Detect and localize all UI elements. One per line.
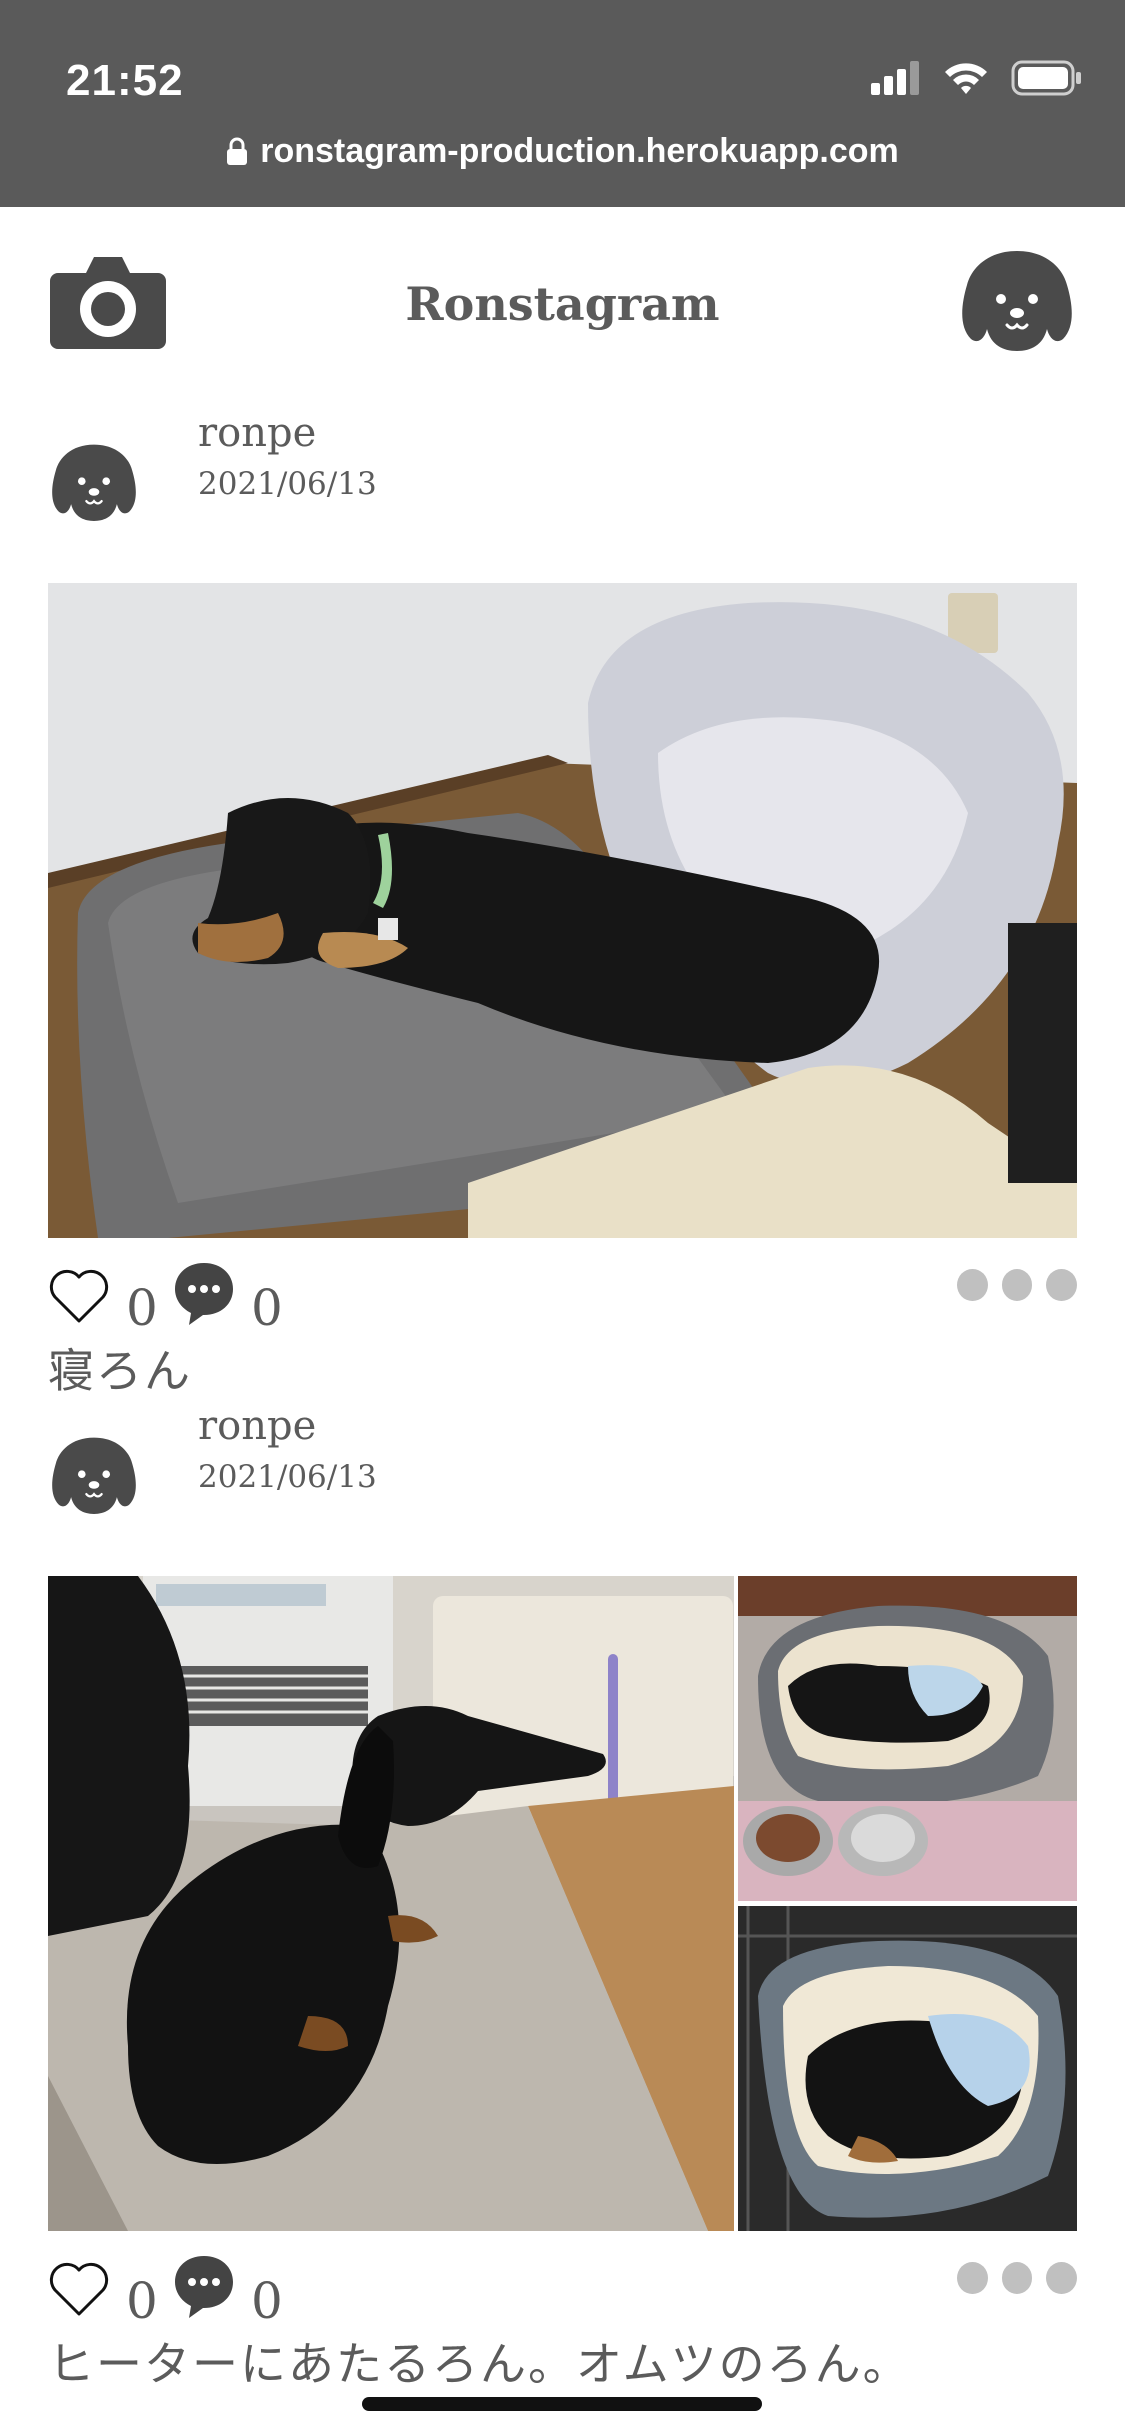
avatar-dog-icon[interactable] <box>48 1433 140 1517</box>
system-icons <box>871 58 1083 102</box>
post-actions: 0 0 <box>48 2256 1077 2338</box>
post-photo[interactable] <box>48 1576 1077 2231</box>
url-text: ronstagram-production.herokuapp.com <box>260 132 899 170</box>
wifi-icon <box>943 61 989 99</box>
post-actions: 0 0 <box>48 1263 1077 1345</box>
status-time: 21:52 <box>66 56 184 105</box>
heart-icon[interactable] <box>48 2258 110 2320</box>
lock-icon <box>226 135 248 174</box>
more-dot <box>1046 2262 1077 2294</box>
app-header: Ronstagram <box>0 207 1125 387</box>
more-dot <box>956 1269 988 1301</box>
cellular-signal-icon <box>871 61 921 99</box>
post-date: 2021/06/13 <box>198 1459 377 1495</box>
more-dot <box>1001 1269 1033 1301</box>
post-caption: 寝ろん <box>48 1344 192 1398</box>
home-indicator[interactable] <box>362 2397 762 2411</box>
post-username[interactable]: ronpe <box>198 410 316 456</box>
avatar-dog-icon[interactable] <box>48 440 140 524</box>
heart-icon[interactable] <box>48 1265 110 1327</box>
browser-status-bar: 21:52 ronstagram-production.herokuapp.co… <box>0 0 1125 207</box>
more-options-icon[interactable] <box>956 2258 1077 2298</box>
address-bar[interactable]: ronstagram-production.herokuapp.com <box>0 132 1125 174</box>
comment-icon[interactable] <box>173 1261 235 1327</box>
like-count: 0 <box>126 1279 158 1337</box>
comment-count: 0 <box>251 1279 283 1337</box>
comment-count: 0 <box>251 2272 283 2330</box>
more-dot <box>1046 1269 1077 1301</box>
dog-face-icon[interactable] <box>957 245 1077 355</box>
post-username[interactable]: ronpe <box>198 1403 316 1449</box>
post-date: 2021/06/13 <box>198 466 377 502</box>
post-photo[interactable] <box>48 583 1077 1238</box>
post-caption: ヒーターにあたるろん。オムツのろん。 <box>48 2337 911 2391</box>
more-dot <box>956 2262 988 2294</box>
like-count: 0 <box>126 2272 158 2330</box>
battery-icon <box>1011 60 1083 100</box>
more-dot <box>1001 2262 1033 2294</box>
more-options-icon[interactable] <box>956 1265 1077 1305</box>
comment-icon[interactable] <box>173 2254 235 2320</box>
